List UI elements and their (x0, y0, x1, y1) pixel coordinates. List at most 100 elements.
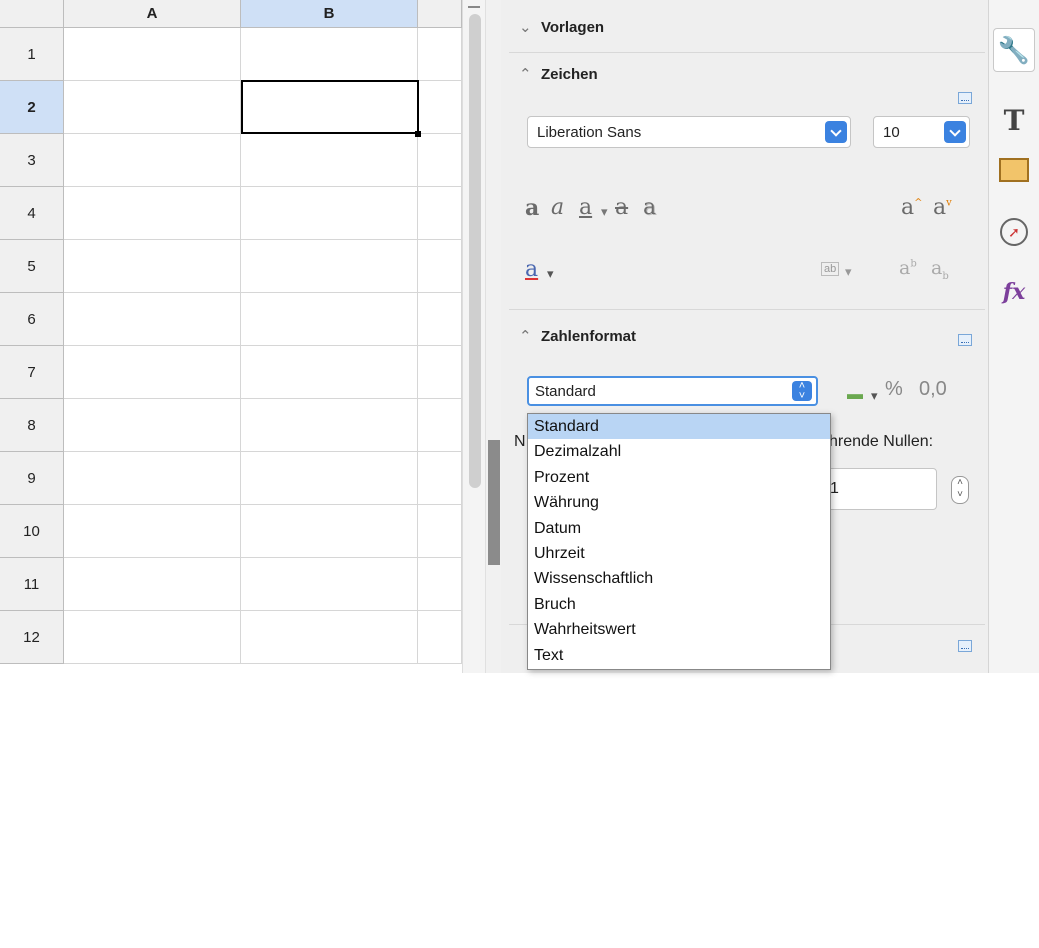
grid-cell[interactable] (241, 505, 418, 558)
dropdown-option[interactable]: Dezimalzahl (528, 439, 830, 464)
grid-cell[interactable] (241, 187, 418, 240)
dropdown-option[interactable]: Standard (528, 414, 830, 440)
grid-cell[interactable] (418, 346, 462, 399)
dropdown-option[interactable]: Währung (528, 490, 830, 515)
font-color-icon[interactable]: a (525, 257, 538, 282)
grid-cell[interactable] (64, 452, 241, 505)
tab-gallery[interactable] (993, 148, 1035, 192)
grid-cell[interactable] (241, 240, 418, 293)
grid-cell[interactable] (64, 346, 241, 399)
character-spacing-icon[interactable]: ab (821, 262, 840, 276)
currency-dropdown-icon[interactable]: ▾ (871, 388, 878, 404)
grid-cell[interactable] (64, 611, 241, 664)
row-header[interactable]: 5 (0, 240, 64, 293)
more-options-button[interactable] (958, 92, 972, 104)
grid-cell[interactable] (418, 399, 462, 452)
chevron-down-icon[interactable] (825, 121, 847, 143)
bold-icon[interactable]: a (525, 195, 539, 221)
section-zahlenformat[interactable]: ⌃ Zahlenformat (519, 327, 636, 345)
spreadsheet-grid[interactable]: A B 1 2 3 4 5 6 7 8 9 10 11 12 (0, 0, 462, 673)
grid-cell[interactable] (64, 28, 241, 81)
font-size-combo[interactable]: 10 (873, 116, 970, 148)
chevron-down-icon[interactable] (944, 121, 966, 143)
grid-cell[interactable] (418, 452, 462, 505)
spacing-dropdown-icon[interactable]: ▾ (845, 264, 852, 280)
decimal-format-button[interactable]: 0,0 (919, 378, 947, 401)
row-header[interactable]: 2 (0, 81, 64, 134)
grid-cell[interactable] (418, 611, 462, 664)
number-format-dropdown[interactable]: Standard Dezimalzahl Prozent Währung Datum Uh… (527, 413, 831, 670)
grid-cell[interactable] (418, 505, 462, 558)
row-header[interactable]: 1 (0, 28, 64, 81)
grid-cell[interactable] (64, 81, 241, 134)
grid-cell[interactable] (418, 81, 462, 134)
row-header[interactable]: 4 (0, 187, 64, 240)
grow-font-icon[interactable]: a^ (901, 195, 923, 220)
autofill-handle[interactable] (415, 131, 421, 137)
more-options-button[interactable] (958, 334, 972, 346)
grid-cell[interactable] (418, 187, 462, 240)
tab-navigator[interactable]: ➚ (993, 210, 1035, 254)
tab-properties[interactable]: 🔧 (993, 28, 1035, 72)
superscript-icon[interactable]: ab (899, 257, 917, 279)
active-cell-cursor[interactable] (241, 80, 419, 134)
shrink-font-icon[interactable]: av (933, 195, 952, 220)
grid-cell[interactable] (241, 611, 418, 664)
scrollbar-thumb[interactable] (469, 14, 481, 488)
grid-cell[interactable] (418, 134, 462, 187)
row-header[interactable]: 10 (0, 505, 64, 558)
dropdown-option[interactable]: Bruch (528, 592, 830, 617)
row-header[interactable]: 11 (0, 558, 64, 611)
grid-cell[interactable] (241, 558, 418, 611)
grid-cell[interactable] (241, 399, 418, 452)
grid-cell[interactable] (241, 134, 418, 187)
grid-cell[interactable] (64, 187, 241, 240)
tab-styles[interactable]: T (993, 98, 1035, 142)
row-header[interactable]: 12 (0, 611, 64, 664)
updown-icon[interactable]: ˄ ˅ (792, 381, 812, 402)
underline-dropdown-icon[interactable]: ▾ (601, 204, 608, 220)
grid-cell[interactable] (418, 240, 462, 293)
dropdown-option[interactable]: Prozent (528, 465, 830, 490)
underline-icon[interactable]: a (579, 195, 592, 220)
grid-cell[interactable] (64, 293, 241, 346)
dropdown-option[interactable]: Wissenschaftlich (528, 566, 830, 591)
section-zeichen[interactable]: ⌃ Zeichen (519, 65, 598, 83)
grid-cell[interactable] (418, 558, 462, 611)
dropdown-option[interactable]: Datum (528, 516, 830, 541)
row-header[interactable]: 9 (0, 452, 64, 505)
italic-icon[interactable]: a (551, 195, 564, 220)
leading-zeros-stepper[interactable]: ˄ ˅ (945, 470, 977, 508)
shadow-icon[interactable]: a (643, 195, 656, 220)
number-format-combo[interactable]: Standard ˄ ˅ (527, 376, 818, 406)
row-header[interactable]: 8 (0, 399, 64, 452)
column-header-b[interactable]: B (241, 0, 418, 28)
more-options-button[interactable] (958, 640, 972, 652)
currency-icon[interactable]: ▬ (847, 386, 863, 404)
subscript-icon[interactable]: ab (931, 257, 949, 282)
sidebar-collapse-handle[interactable] (488, 440, 500, 948)
grid-cell[interactable] (64, 240, 241, 293)
grid-cell[interactable] (418, 293, 462, 346)
grid-cell[interactable] (241, 293, 418, 346)
percent-format-button[interactable]: % (885, 378, 903, 401)
dropdown-option[interactable]: Text (528, 643, 830, 668)
tab-functions[interactable]: fx (993, 270, 1035, 314)
grid-cell[interactable] (64, 558, 241, 611)
font-name-combo[interactable]: Liberation Sans (527, 116, 851, 148)
grid-cell[interactable] (418, 28, 462, 81)
grid-cell[interactable] (64, 399, 241, 452)
section-vorlagen[interactable]: ⌄ Vorlagen (519, 18, 604, 36)
dropdown-option[interactable]: Wahrheitswert (528, 617, 830, 642)
column-header-a[interactable]: A (64, 0, 241, 28)
row-header[interactable]: 6 (0, 293, 64, 346)
dropdown-option[interactable]: Uhrzeit (528, 541, 830, 566)
strikethrough-icon[interactable]: a (615, 195, 628, 220)
grid-cell[interactable] (64, 505, 241, 558)
spin-icon[interactable]: ˄ ˅ (951, 476, 969, 504)
corner-select-all[interactable] (0, 0, 64, 28)
grid-cell[interactable] (241, 452, 418, 505)
row-header[interactable]: 7 (0, 346, 64, 399)
font-color-dropdown-icon[interactable]: ▾ (547, 266, 554, 282)
grid-cell[interactable] (241, 346, 418, 399)
